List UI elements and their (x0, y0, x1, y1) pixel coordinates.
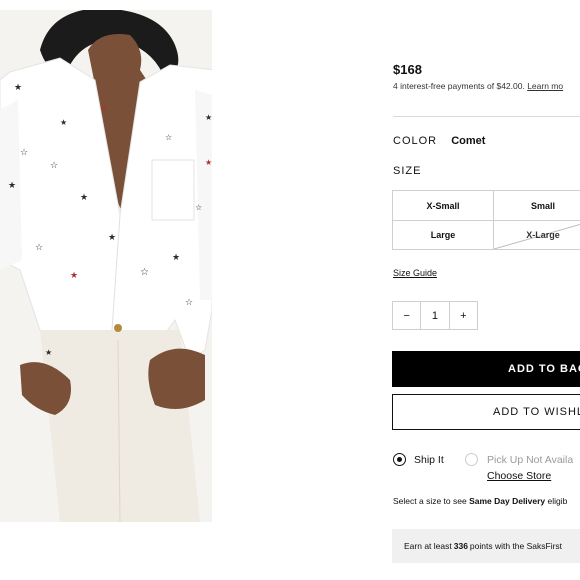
product-photo-illustration: ★ ★ ☆ ★ ☆ ★ ☆ ☆ ★ ☆ ☆ ★ ★ ★ ☆ ★ ★ ★ (0, 8, 216, 523)
svg-text:★: ★ (45, 348, 52, 357)
quantity-stepper: − 1 + (392, 301, 478, 330)
size-grid: X-Small Small Large X-Large (392, 190, 580, 250)
ship-it-label[interactable]: Ship It (414, 454, 444, 466)
svg-text:★: ★ (205, 158, 212, 167)
points-suffix: points with the SaksFirst (469, 541, 563, 551)
size-guide-link[interactable]: Size Guide (393, 268, 437, 278)
pickup-radio[interactable] (465, 453, 478, 466)
delivery-note-prefix: Select a size to see (393, 496, 470, 506)
size-option-large[interactable]: Large (392, 220, 494, 250)
points-banner: Earn at least 336 points with the SaksFi… (392, 529, 580, 563)
size-option-label: X-Large (526, 230, 560, 240)
delivery-note-suffix: eligib (545, 496, 568, 506)
svg-text:★: ★ (60, 118, 67, 127)
size-option-label: X-Small (426, 200, 460, 211)
installments-amount: 4 interest-free payments of $42.00. (393, 81, 525, 91)
points-prefix: Earn at least (404, 541, 452, 551)
color-label: COLOR (393, 135, 438, 147)
svg-text:★: ★ (100, 103, 107, 112)
svg-text:★: ★ (108, 232, 116, 242)
size-option-small[interactable]: Small (493, 190, 580, 221)
svg-text:☆: ☆ (50, 160, 58, 170)
svg-text:☆: ☆ (165, 133, 172, 142)
svg-text:★: ★ (80, 192, 88, 202)
pickup-label: Pick Up Not Availa (487, 454, 574, 466)
svg-text:★: ★ (8, 180, 16, 190)
svg-text:★: ★ (14, 82, 22, 92)
size-option-label: Small (530, 200, 555, 211)
svg-text:☆: ☆ (140, 267, 149, 278)
svg-text:☆: ☆ (35, 242, 43, 252)
size-label: SIZE (393, 165, 422, 177)
color-value: Comet (451, 135, 486, 147)
color-selector: COLOR Comet (393, 135, 485, 147)
quantity-decrease-button[interactable]: − (393, 302, 420, 329)
svg-text:★: ★ (205, 113, 212, 122)
add-to-bag-button[interactable]: ADD TO BAG (392, 351, 580, 387)
divider (393, 116, 580, 117)
quantity-value[interactable]: 1 (420, 302, 450, 329)
size-option-x-large[interactable]: X-Large (493, 220, 580, 250)
points-value: 336 (453, 541, 468, 551)
delivery-note-emphasis: Same Day Delivery (469, 496, 546, 506)
size-option-x-small[interactable]: X-Small (392, 190, 494, 221)
svg-text:☆: ☆ (185, 297, 193, 307)
svg-text:★: ★ (172, 252, 180, 262)
size-option-label: Large (430, 230, 456, 240)
ship-it-radio[interactable] (393, 453, 406, 466)
delivery-note: Select a size to see Same Day Delivery e… (393, 496, 567, 506)
add-to-wishlist-button[interactable]: ADD TO WISHLI (392, 394, 580, 430)
choose-store-link[interactable]: Choose Store (487, 470, 551, 482)
installments-text: 4 interest-free payments of $42.00. Lear… (393, 81, 563, 91)
product-image[interactable]: ★ ★ ☆ ★ ☆ ★ ☆ ☆ ★ ☆ ☆ ★ ★ ★ ☆ ★ ★ ★ (0, 8, 216, 523)
svg-text:☆: ☆ (20, 147, 28, 157)
quantity-increase-button[interactable]: + (450, 302, 477, 329)
svg-text:★: ★ (70, 270, 78, 280)
product-price: $168 (393, 62, 422, 77)
svg-text:☆: ☆ (195, 203, 202, 212)
learn-more-link[interactable]: Learn mo (527, 81, 563, 91)
